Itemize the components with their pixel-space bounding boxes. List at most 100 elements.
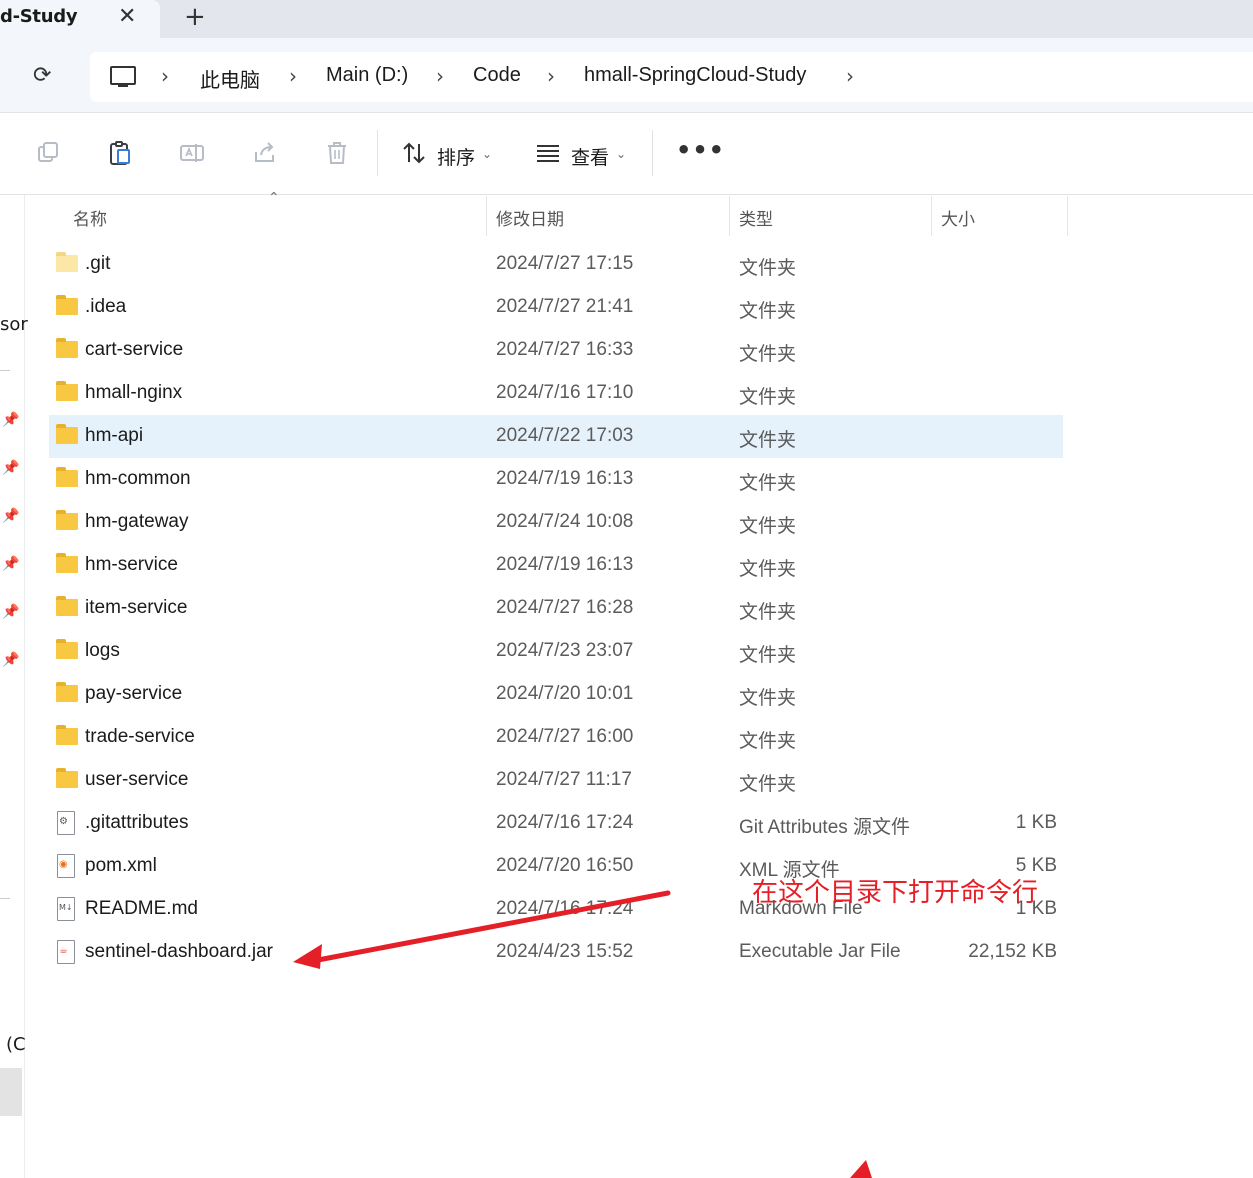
breadcrumb-code[interactable]: Code bbox=[473, 64, 521, 87]
file-type: 文件夹 bbox=[739, 645, 797, 666]
file-name[interactable]: README.md bbox=[85, 898, 198, 920]
file-name[interactable]: .idea bbox=[85, 296, 126, 318]
folder-icon bbox=[56, 338, 78, 358]
file-name[interactable]: hmall-nginx bbox=[85, 382, 182, 404]
file-row[interactable]: pay-service 2024/7/20 10:01 文件夹 bbox=[49, 673, 1063, 716]
annotation-text: 在这个目录下打开命令行 bbox=[752, 878, 1039, 908]
file-row[interactable]: ⚙ .gitattributes 2024/7/16 17:24 Git Attrib… bbox=[49, 802, 1063, 845]
view-icon[interactable] bbox=[535, 140, 561, 166]
file-row[interactable]: logs 2024/7/23 23:07 文件夹 bbox=[49, 630, 1063, 673]
new-tab-button[interactable]: + bbox=[184, 2, 206, 32]
breadcrumb-chevron-icon[interactable]: › bbox=[161, 64, 169, 88]
paste-icon[interactable] bbox=[107, 140, 133, 166]
folder-icon bbox=[56, 596, 78, 616]
file-name[interactable]: pom.xml bbox=[85, 855, 157, 877]
file-type: Git Attributes 源文件 bbox=[739, 817, 911, 838]
column-divider[interactable] bbox=[486, 196, 487, 236]
file-name[interactable]: .git bbox=[85, 253, 110, 275]
file-name[interactable]: logs bbox=[85, 640, 120, 662]
nav-item-selected[interactable] bbox=[0, 1068, 22, 1116]
file-name[interactable]: item-service bbox=[85, 597, 187, 619]
file-type-glyph: M↓ bbox=[59, 903, 73, 912]
divider bbox=[0, 898, 10, 899]
refresh-icon[interactable]: ⟳ bbox=[33, 63, 51, 88]
file-name[interactable]: pay-service bbox=[85, 683, 182, 705]
file-name[interactable]: user-service bbox=[85, 769, 188, 791]
pin-icon[interactable]: 📌 bbox=[2, 508, 19, 524]
file-modified-date: 2024/7/23 23:07 bbox=[496, 640, 634, 661]
pin-icon[interactable]: 📌 bbox=[2, 460, 19, 476]
delete-icon[interactable] bbox=[324, 140, 350, 166]
file-name[interactable]: hm-common bbox=[85, 468, 191, 490]
nav-item-fragment[interactable]: (C bbox=[6, 1034, 26, 1055]
column-divider[interactable] bbox=[1067, 196, 1068, 236]
column-divider[interactable] bbox=[729, 196, 730, 236]
file-modified-date: 2024/7/27 17:15 bbox=[496, 253, 634, 274]
breadcrumb-chevron-icon[interactable]: › bbox=[436, 64, 444, 88]
pin-icon[interactable]: 📌 bbox=[2, 412, 19, 428]
file-name[interactable]: sentinel-dashboard.jar bbox=[85, 941, 273, 963]
breadcrumb-chevron-icon[interactable]: › bbox=[846, 64, 854, 88]
file-type: 文件夹 bbox=[739, 774, 797, 795]
file-type: 文件夹 bbox=[739, 301, 797, 322]
folder-icon bbox=[56, 682, 78, 702]
pin-icon[interactable]: 📌 bbox=[2, 604, 19, 620]
file-name[interactable]: trade-service bbox=[85, 726, 195, 748]
divider bbox=[0, 370, 10, 371]
file-row[interactable]: ☕ sentinel-dashboard.jar 2024/4/23 15:52 Ex… bbox=[49, 931, 1063, 974]
column-header-modified[interactable]: 修改日期 bbox=[496, 205, 564, 230]
pin-icon[interactable]: 📌 bbox=[2, 652, 19, 668]
file-type: 文件夹 bbox=[739, 387, 797, 408]
file-name[interactable]: .gitattributes bbox=[85, 812, 189, 834]
file-row[interactable]: .idea 2024/7/27 21:41 文件夹 bbox=[49, 286, 1063, 329]
file-modified-date: 2024/7/27 16:33 bbox=[496, 339, 634, 360]
computer-icon-stand bbox=[118, 85, 128, 87]
copy-icon[interactable] bbox=[36, 140, 62, 166]
share-icon[interactable] bbox=[252, 140, 278, 166]
file-row[interactable]: user-service 2024/7/27 11:17 文件夹 bbox=[49, 759, 1063, 802]
sort-chevron-down-icon[interactable]: ⌄ bbox=[482, 147, 492, 161]
breadcrumb-current-folder[interactable]: hmall-SpringCloud-Study bbox=[584, 64, 806, 87]
folder-icon bbox=[56, 768, 78, 788]
file-row[interactable]: hmall-nginx 2024/7/16 17:10 文件夹 bbox=[49, 372, 1063, 415]
file-name[interactable]: hm-service bbox=[85, 554, 178, 576]
file-row[interactable]: hm-api 2024/7/22 17:03 文件夹 bbox=[49, 415, 1063, 458]
file-row[interactable]: item-service 2024/7/27 16:28 文件夹 bbox=[49, 587, 1063, 630]
breadcrumb-main-drive[interactable]: Main (D:) bbox=[326, 64, 408, 87]
column-header-size[interactable]: 大小 bbox=[941, 205, 975, 230]
breadcrumb-chevron-icon[interactable]: › bbox=[289, 64, 297, 88]
sort-button-label[interactable]: 排序 bbox=[437, 143, 475, 170]
settings-file-icon: ⚙ bbox=[57, 811, 75, 835]
sort-icon[interactable] bbox=[401, 140, 427, 166]
column-divider[interactable] bbox=[931, 196, 932, 236]
view-chevron-down-icon[interactable]: ⌄ bbox=[616, 147, 626, 161]
rename-icon[interactable] bbox=[179, 140, 205, 166]
rss-file-icon: ◉ bbox=[57, 854, 75, 878]
file-name[interactable]: hm-gateway bbox=[85, 511, 189, 533]
file-row[interactable]: trade-service 2024/7/27 16:00 文件夹 bbox=[49, 716, 1063, 759]
nav-item-fragment[interactable]: sor bbox=[0, 314, 28, 335]
file-name[interactable]: hm-api bbox=[85, 425, 143, 447]
view-button-label[interactable]: 查看 bbox=[571, 143, 609, 170]
file-modified-date: 2024/7/20 10:01 bbox=[496, 683, 634, 704]
folder-icon bbox=[56, 295, 78, 315]
file-row[interactable]: hm-service 2024/7/19 16:13 文件夹 bbox=[49, 544, 1063, 587]
breadcrumb-chevron-icon[interactable]: › bbox=[547, 64, 555, 88]
tab-close-icon[interactable]: ✕ bbox=[118, 4, 136, 29]
column-header-name[interactable]: 名称 bbox=[73, 205, 107, 230]
file-name[interactable]: cart-service bbox=[85, 339, 183, 361]
file-row[interactable]: cart-service 2024/7/27 16:33 文件夹 bbox=[49, 329, 1063, 372]
file-row[interactable]: .git 2024/7/27 17:15 文件夹 bbox=[49, 243, 1063, 286]
file-modified-date: 2024/7/27 21:41 bbox=[496, 296, 634, 317]
file-row[interactable]: hm-gateway 2024/7/24 10:08 文件夹 bbox=[49, 501, 1063, 544]
computer-icon[interactable] bbox=[110, 66, 136, 85]
file-type: 文件夹 bbox=[739, 516, 797, 537]
pin-icon[interactable]: 📌 bbox=[2, 556, 19, 572]
column-header-type[interactable]: 类型 bbox=[739, 205, 773, 230]
more-options-icon[interactable]: ••• bbox=[676, 136, 725, 164]
navigation-pane[interactable] bbox=[0, 195, 25, 1178]
file-size: 22,152 KB bbox=[968, 941, 1057, 962]
file-list: .git 2024/7/27 17:15 文件夹 .idea 2024/7/27 21:… bbox=[49, 243, 1063, 974]
breadcrumb-this-pc[interactable]: 此电脑 bbox=[200, 64, 260, 93]
file-row[interactable]: hm-common 2024/7/19 16:13 文件夹 bbox=[49, 458, 1063, 501]
